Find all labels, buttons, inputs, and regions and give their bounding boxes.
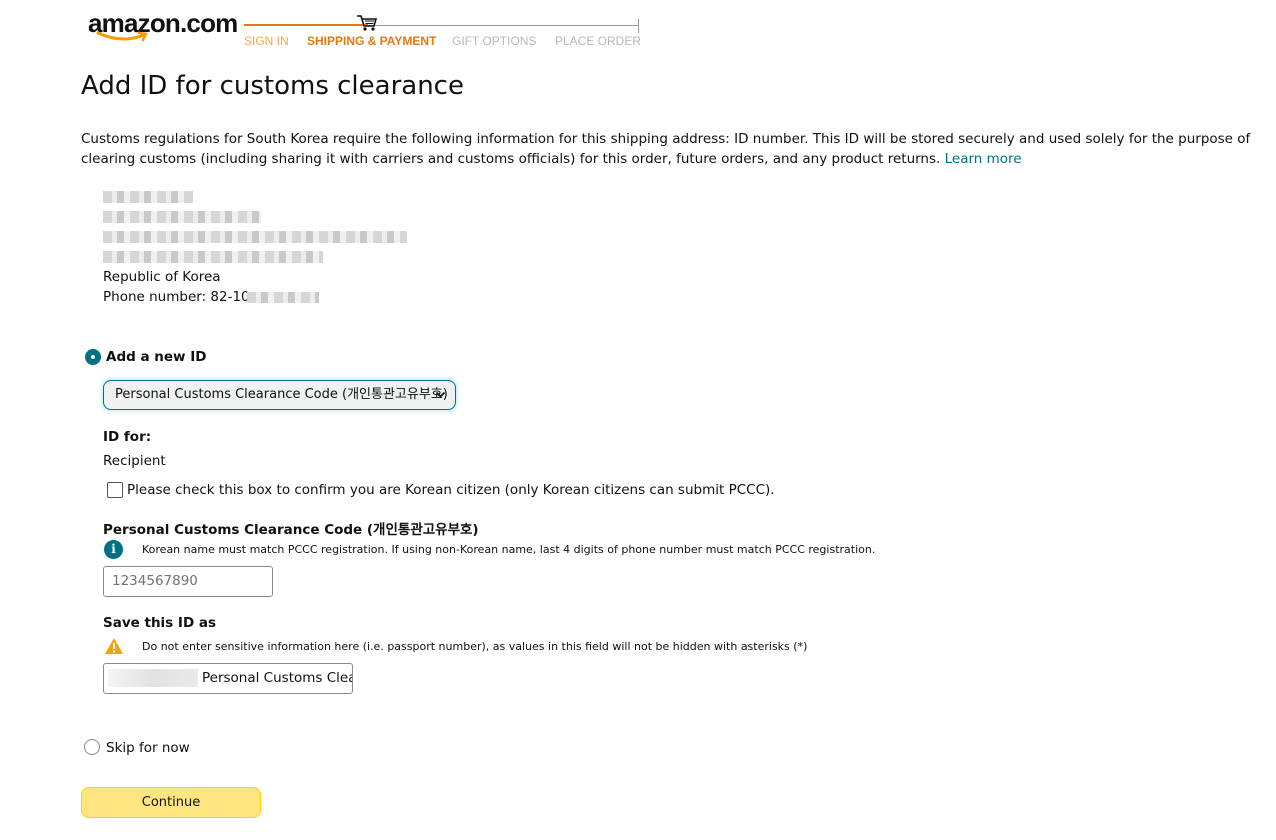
progress-fill [244,24,368,26]
id-type-selected-value: Personal Customs Clearance Code (개인통관고유부… [115,387,448,402]
add-new-id-label[interactable]: Add a new ID [106,349,206,365]
step-gift-options: GIFT OPTIONS [452,34,537,48]
save-as-value: Personal Customs Clear [202,670,353,686]
redacted-address-line [103,211,261,223]
step-shipping-payment: SHIPPING & PAYMENT [307,34,437,48]
redacted-name-prefix [108,669,198,687]
pccc-info-text: Korean name must match PCCC registration… [142,543,876,556]
description: Customs regulations for South Korea requ… [81,129,1251,169]
redacted-address-line [103,231,407,243]
continue-button[interactable]: Continue [81,787,261,818]
skip-label[interactable]: Skip for now [106,740,190,756]
save-as-warning-text: Do not enter sensitive information here … [142,640,808,653]
amazon-smile-icon [96,31,148,42]
pccc-input[interactable]: 1234567890 [103,566,273,597]
add-new-id-radio[interactable] [86,350,100,364]
save-as-input[interactable]: Personal Customs Clear [103,663,353,694]
id-for-label: ID for: [103,429,152,445]
learn-more-link[interactable]: Learn more [945,151,1022,167]
id-type-select[interactable]: Personal Customs Clearance Code (개인통관고유부… [103,380,456,410]
address-country: Republic of Korea [103,269,221,285]
redacted-phone [247,292,319,303]
korean-citizen-checkbox[interactable] [107,482,123,498]
step-place-order: PLACE ORDER [555,34,642,48]
korean-citizen-checkbox-label[interactable]: Please check this box to confirm you are… [127,482,775,498]
progress-end-tick [638,19,639,33]
save-as-label: Save this ID as [103,615,216,631]
step-sign-in: SIGN IN [244,34,289,48]
redacted-address-line [103,251,323,263]
warning-icon [105,638,123,654]
page-title: Add ID for customs clearance [81,71,464,101]
pccc-label: Personal Customs Clearance Code (개인통관고유부… [103,522,479,538]
cart-icon [357,15,378,31]
chevron-down-icon [435,381,446,420]
address-phone: Phone number: 82-10- [103,289,255,305]
id-for-value: Recipient [103,453,166,469]
skip-radio[interactable] [84,739,100,755]
description-text: Customs regulations for South Korea requ… [81,131,1251,167]
info-icon: i [104,540,123,559]
redacted-name [103,191,193,203]
